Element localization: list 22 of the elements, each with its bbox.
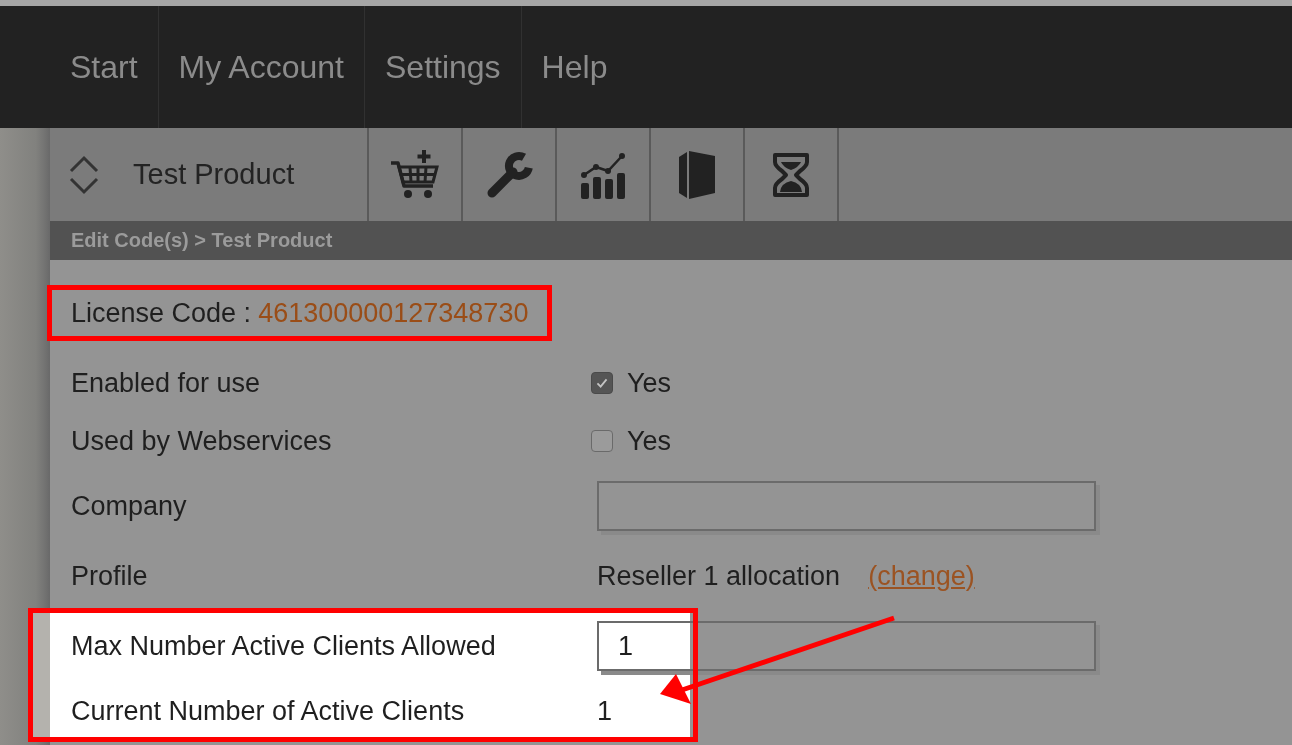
bar-chart-icon bbox=[579, 150, 627, 199]
field-label: Current Number of Active Clients bbox=[71, 695, 466, 727]
checkbox[interactable] bbox=[591, 372, 613, 394]
field-label: Used by Webservices bbox=[71, 425, 333, 457]
cart-plus-icon bbox=[390, 149, 440, 200]
profile-value: Reseller 1 allocation bbox=[596, 560, 841, 592]
text-input[interactable]: 1 bbox=[597, 621, 1096, 671]
book-icon bbox=[679, 150, 715, 199]
field-label: Enabled for use bbox=[71, 367, 262, 399]
license-label: License Code : bbox=[71, 297, 252, 329]
hourglass-icon bbox=[772, 151, 810, 198]
field-label: Profile bbox=[71, 560, 149, 592]
field-label: Max Number Active Clients Allowed bbox=[71, 630, 497, 662]
option-text: Yes bbox=[627, 425, 672, 457]
checkbox[interactable] bbox=[591, 430, 613, 452]
breadcrumb-text: Edit Code(s) > Test Product bbox=[71, 229, 333, 252]
option-text: Yes bbox=[627, 367, 672, 399]
value-text: 1 bbox=[596, 695, 613, 727]
menu-item[interactable]: Help bbox=[521, 6, 628, 128]
chevron-up-down-icon bbox=[68, 154, 100, 195]
field-label: Company bbox=[71, 490, 188, 522]
license-code: 461300000127348730 bbox=[258, 297, 529, 329]
